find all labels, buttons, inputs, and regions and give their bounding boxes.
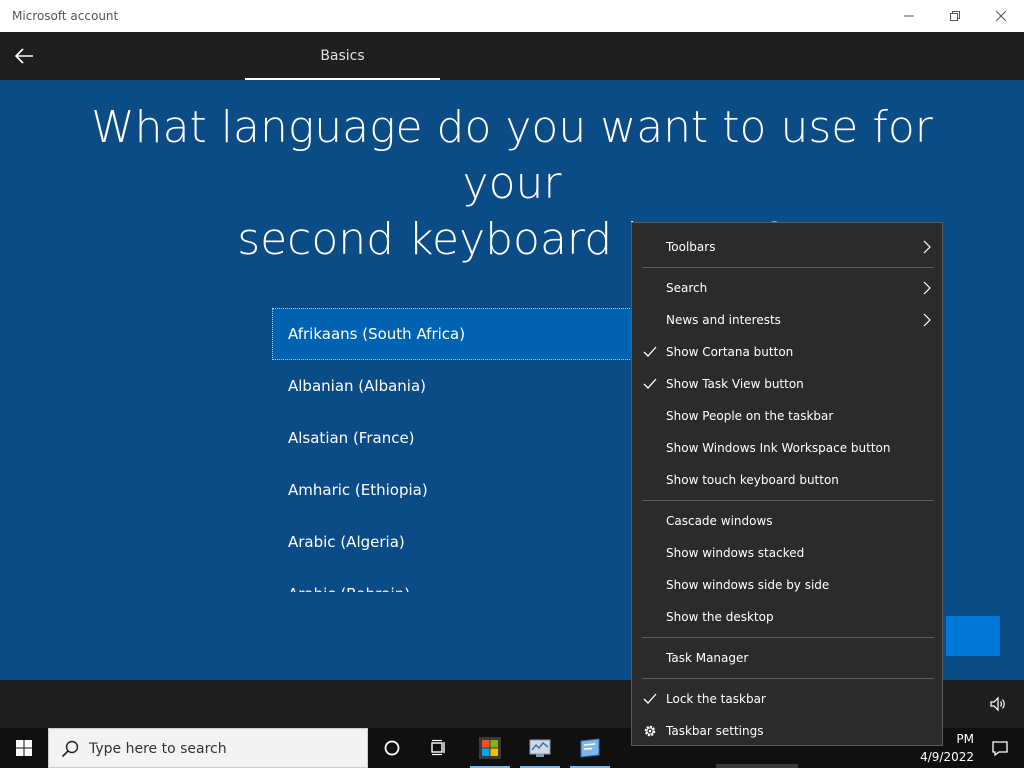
chevron-right-icon <box>923 240 931 254</box>
next-button[interactable] <box>946 616 1000 656</box>
menu-item-task-manager[interactable]: Task Manager <box>632 642 942 674</box>
menu-item-show-people[interactable]: Show People on the taskbar <box>632 400 942 432</box>
menu-item-label: Show Cortana button <box>666 345 794 359</box>
menu-item-label: Show the desktop <box>666 610 774 624</box>
task-view-icon <box>431 739 445 756</box>
cortana-button[interactable] <box>368 728 416 768</box>
app-window-icon <box>580 738 600 758</box>
menu-item-label: Show Windows Ink Workspace button <box>666 441 891 455</box>
menu-item-news-and-interests[interactable]: News and interests <box>632 304 942 336</box>
menu-item-label: Toolbars <box>666 240 716 254</box>
menu-item-taskbar-settings[interactable]: Taskbar settings <box>632 715 942 747</box>
start-button[interactable] <box>0 728 48 768</box>
performance-monitor-icon <box>529 739 551 757</box>
language-list[interactable]: Afrikaans (South Africa) Albanian (Alban… <box>272 308 652 592</box>
close-button[interactable] <box>978 0 1024 32</box>
menu-item-cascade-windows[interactable]: Cascade windows <box>632 505 942 537</box>
checkmark-icon <box>643 378 657 389</box>
checkmark-icon <box>643 693 657 704</box>
menu-item-label: Cascade windows <box>666 514 773 528</box>
oobe-nav-bar: Basics <box>0 32 1024 80</box>
clock-date: 4/9/2022 <box>920 750 974 764</box>
menu-item-label: Lock the taskbar <box>666 692 766 706</box>
back-arrow-icon <box>14 48 33 64</box>
taskbar-search-box[interactable]: Type here to search <box>48 728 368 768</box>
task-view-button[interactable] <box>416 728 464 768</box>
minimize-icon <box>904 15 914 17</box>
window-title: Microsoft account <box>12 9 119 23</box>
menu-item-search[interactable]: Search <box>632 272 942 304</box>
menu-item-show-windows-side-by-side[interactable]: Show windows side by side <box>632 569 942 601</box>
menu-item-label: Taskbar settings <box>666 724 764 738</box>
language-item-arabic-algeria[interactable]: Arabic (Algeria) <box>272 516 652 568</box>
tab-basics[interactable]: Basics <box>245 32 440 80</box>
chevron-right-icon <box>923 281 931 295</box>
menu-item-show-touch-keyboard[interactable]: Show touch keyboard button <box>632 464 942 496</box>
menu-item-label: Show windows side by side <box>666 578 830 592</box>
language-item-arabic-bahrain[interactable]: Arabic (Bahrain) <box>272 568 652 592</box>
language-item-alsatian[interactable]: Alsatian (France) <box>272 412 652 464</box>
chevron-right-icon <box>923 313 931 327</box>
close-icon <box>995 10 1007 22</box>
cortana-circle-icon <box>384 740 400 756</box>
menu-item-label: Show Task View button <box>666 377 804 391</box>
taskbar-app-monitor[interactable] <box>516 728 564 768</box>
menu-separator <box>642 267 934 268</box>
checkmark-icon <box>643 346 657 357</box>
menu-item-label: Task Manager <box>666 651 749 665</box>
store-app-icon <box>479 737 501 759</box>
menu-item-lock-taskbar[interactable]: Lock the taskbar <box>632 683 942 715</box>
back-button[interactable] <box>10 42 38 70</box>
menu-item-label: News and interests <box>666 313 781 327</box>
menu-item-label: Show People on the taskbar <box>666 409 834 423</box>
menu-item-show-task-view-button[interactable]: Show Task View button <box>632 368 942 400</box>
volume-icon[interactable] <box>988 694 1008 714</box>
menu-item-label: Show windows stacked <box>666 546 805 560</box>
language-item-afrikaans[interactable]: Afrikaans (South Africa) <box>272 308 652 360</box>
menu-item-label: Show touch keyboard button <box>666 473 839 487</box>
search-placeholder: Type here to search <box>89 741 227 757</box>
question-line-1: What language do you want to use for you… <box>91 102 933 209</box>
menu-item-show-windows-ink[interactable]: Show Windows Ink Workspace button <box>632 432 942 464</box>
restore-button[interactable] <box>932 0 978 32</box>
minimize-button[interactable] <box>886 0 932 32</box>
taskbar-running-item[interactable] <box>716 764 798 768</box>
menu-separator <box>642 678 934 679</box>
notification-icon <box>992 741 1008 757</box>
menu-item-show-desktop[interactable]: Show the desktop <box>632 601 942 633</box>
search-icon <box>61 740 79 758</box>
action-center-button[interactable] <box>976 728 1024 768</box>
menu-item-show-windows-stacked[interactable]: Show windows stacked <box>632 537 942 569</box>
restore-icon <box>950 11 960 21</box>
menu-separator <box>642 500 934 501</box>
title-bar: Microsoft account <box>0 0 1024 32</box>
taskbar-context-menu: Toolbars Search News and interests Show … <box>631 222 943 746</box>
menu-item-label: Search <box>666 281 708 295</box>
language-item-amharic[interactable]: Amharic (Ethiopia) <box>272 464 652 516</box>
menu-item-show-cortana-button[interactable]: Show Cortana button <box>632 336 942 368</box>
menu-item-toolbars[interactable]: Toolbars <box>632 231 942 263</box>
language-item-albanian[interactable]: Albanian (Albania) <box>272 360 652 412</box>
menu-separator <box>642 637 934 638</box>
gear-icon <box>644 725 656 737</box>
taskbar-app-window[interactable] <box>566 728 614 768</box>
taskbar-app-store[interactable] <box>466 728 514 768</box>
windows-logo-icon <box>16 740 32 756</box>
